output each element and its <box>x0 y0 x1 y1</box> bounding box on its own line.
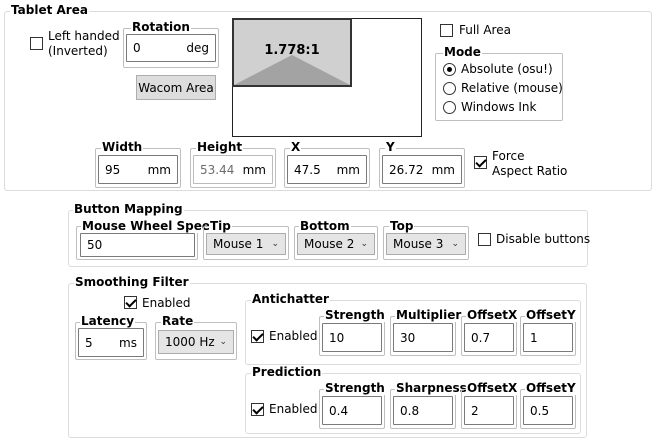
rotation-input[interactable]: 0 deg <box>126 34 216 62</box>
wheel-speed-input[interactable]: 50 <box>80 233 195 257</box>
tip-label: Tip <box>209 219 232 233</box>
mode-title: Mode <box>443 45 482 59</box>
latency-input[interactable]: 5 ms <box>78 328 144 357</box>
left-handed-label: Left handed (Inverted) <box>48 29 120 58</box>
tip-dropdown[interactable]: Mouse 1 ⌄ <box>206 233 286 255</box>
prediction-enabled-label: Enabled <box>269 402 318 416</box>
chevron-down-icon: ⌄ <box>451 239 459 249</box>
antichatter-strength-input[interactable]: 10 <box>322 323 382 352</box>
rotation-label: Rotation <box>131 20 191 34</box>
prediction-offsetx-input[interactable]: 2 <box>464 396 514 425</box>
antichatter-offsety-input[interactable]: 1 <box>523 323 573 352</box>
smoothing-enabled-checkbox[interactable] <box>124 296 137 309</box>
smoothing-enabled-label: Enabled <box>142 296 191 310</box>
antichatter-enabled-label: Enabled <box>269 329 318 343</box>
antichatter-offsety-label: OffsetY <box>525 308 577 322</box>
mode-option-relative-radio[interactable] <box>443 82 456 95</box>
height-label: Height <box>196 140 244 154</box>
antichatter-title: Antichatter <box>251 292 330 306</box>
prediction-title: Prediction <box>251 365 323 379</box>
x-label: X <box>290 140 302 154</box>
mode-option-windows-ink-label: Windows Ink <box>461 100 537 114</box>
tablet-area-title: Tablet Area <box>10 3 89 17</box>
force-aspect-ratio-label: Force Aspect Ratio <box>492 149 568 178</box>
prediction-enabled-checkbox[interactable] <box>251 403 264 416</box>
mode-option-absolute-label: Absolute (osu!) <box>461 62 553 76</box>
smoothing-filter-title: Smoothing Filter <box>74 275 190 289</box>
mode-option-absolute-radio[interactable] <box>443 63 456 76</box>
wacom-area-button[interactable]: Wacom Area <box>136 75 216 100</box>
full-area-label: Full Area <box>459 23 511 37</box>
antichatter-multiplier-label: Multiplier <box>395 308 463 322</box>
prediction-sharpness-input[interactable]: 0.8 <box>393 396 453 425</box>
x-input[interactable]: 47.5 mm <box>287 155 367 184</box>
bottom-label: Bottom <box>299 219 351 233</box>
button-mapping-title: Button Mapping <box>73 202 184 216</box>
wheel-speed-label: Mouse Wheel Speed <box>81 219 220 233</box>
full-area-checkbox[interactable] <box>440 24 453 37</box>
y-label: Y <box>385 140 396 154</box>
prediction-strength-label: Strength <box>324 381 386 395</box>
disable-buttons-label: Disable buttons <box>496 232 591 246</box>
mode-option-relative-label: Relative (mouse) <box>461 81 563 95</box>
prediction-offsety-input[interactable]: 0.5 <box>523 396 573 425</box>
top-label: Top <box>389 219 415 233</box>
antichatter-multiplier-input[interactable]: 30 <box>393 323 453 352</box>
antichatter-enabled-checkbox[interactable] <box>251 330 264 343</box>
chevron-down-icon: ⌄ <box>219 337 227 347</box>
rate-label: Rate <box>161 314 195 328</box>
force-aspect-ratio-checkbox[interactable] <box>474 156 487 169</box>
prediction-offsetx-label: OffsetX <box>466 381 519 395</box>
top-dropdown[interactable]: Mouse 3 ⌄ <box>386 233 466 255</box>
disable-buttons-checkbox[interactable] <box>478 233 491 246</box>
chevron-down-icon: ⌄ <box>271 239 279 249</box>
mode-option-windows-ink-radio[interactable] <box>443 101 456 114</box>
left-handed-checkbox[interactable] <box>30 37 43 50</box>
latency-label: Latency <box>80 314 136 328</box>
chevron-down-icon: ⌄ <box>360 239 368 249</box>
antichatter-strength-label: Strength <box>324 308 386 322</box>
prediction-offsety-label: OffsetY <box>525 381 577 395</box>
y-input[interactable]: 26.72 mm <box>382 155 462 184</box>
antichatter-offsetx-label: OffsetX <box>466 308 519 322</box>
antichatter-offsetx-input[interactable]: 0.7 <box>464 323 514 352</box>
height-input[interactable]: 53.44 mm <box>193 155 273 184</box>
aspect-ratio-text: 1.778:1 <box>264 43 320 58</box>
width-label: Width <box>101 140 144 154</box>
prediction-strength-input[interactable]: 0.4 <box>322 396 382 425</box>
width-input[interactable]: 95 mm <box>98 155 178 184</box>
prediction-sharpness-label: Sharpness <box>395 381 468 395</box>
rate-dropdown[interactable]: 1000 Hz ⌄ <box>158 330 234 354</box>
bottom-dropdown[interactable]: Mouse 2 ⌄ <box>297 233 375 255</box>
